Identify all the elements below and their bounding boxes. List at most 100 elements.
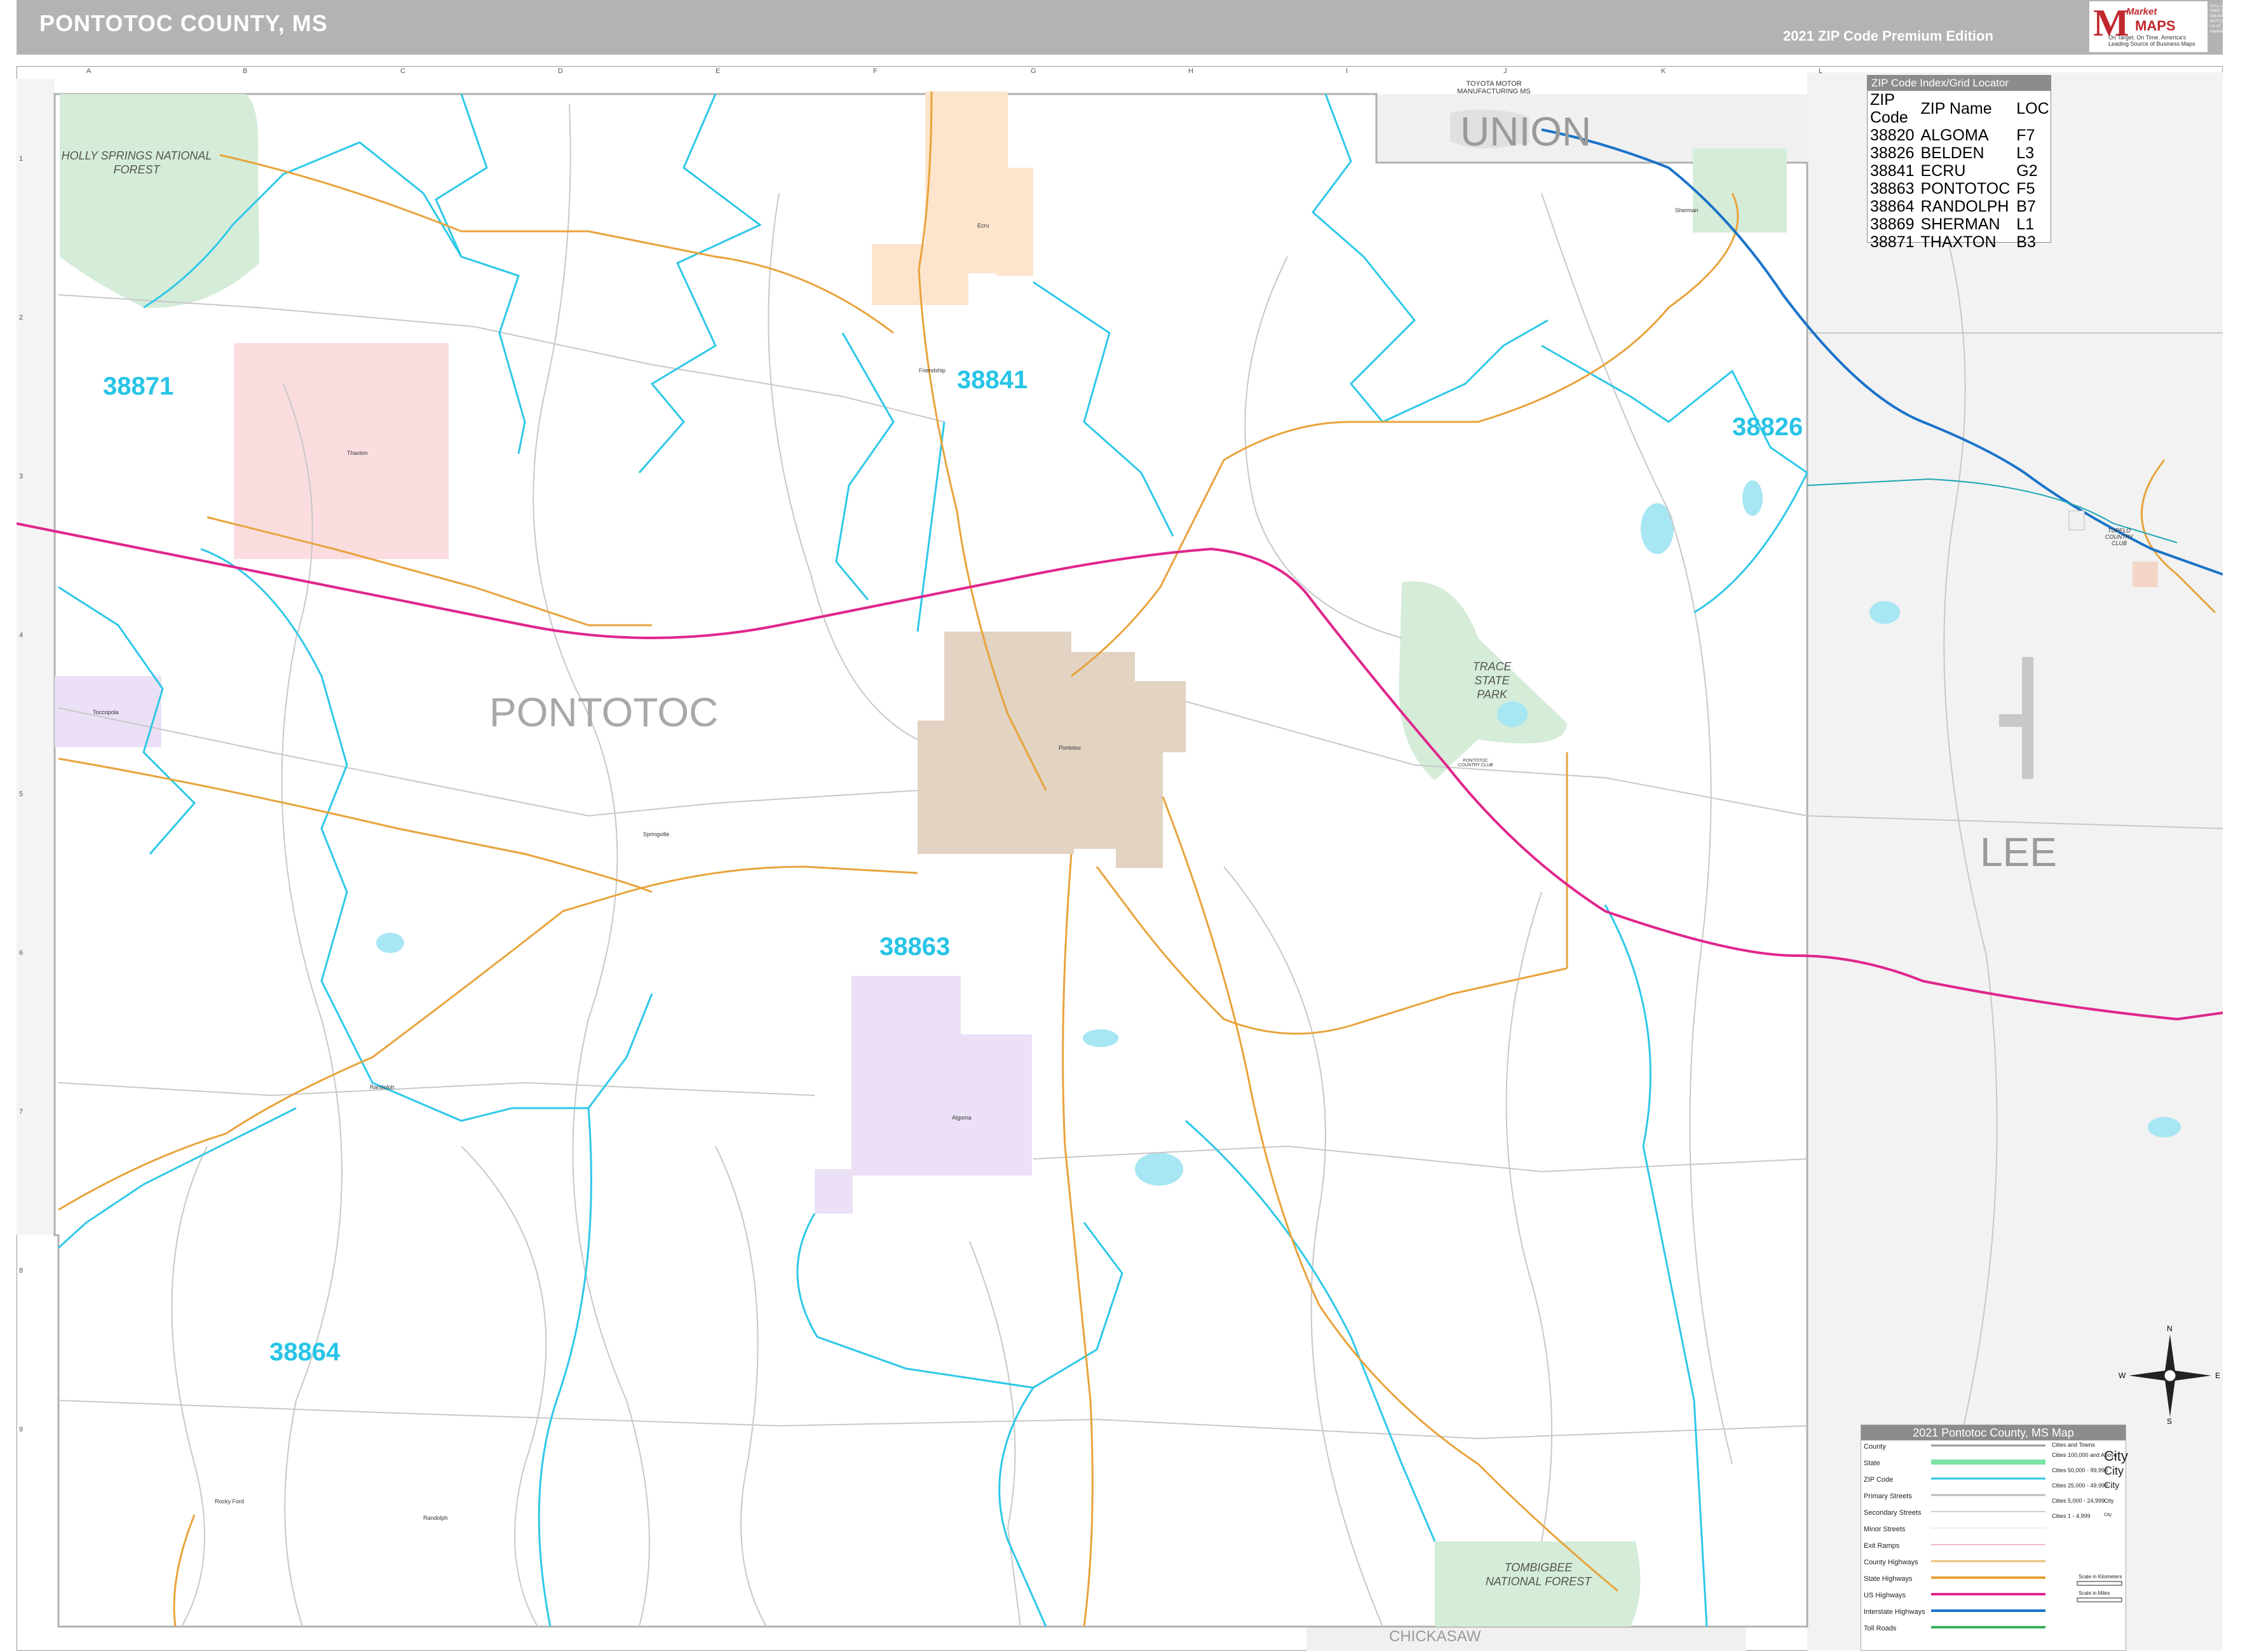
compass-icon [2129,1334,2211,1417]
tupelo-club-area [2133,562,2158,587]
loc-cell: L1 [2016,215,2035,233]
chickasaw-county-area [1306,1627,1746,1651]
grid-row-5: 5 [19,790,24,798]
lake [1083,1029,1118,1047]
loc-cell: B7 [2016,198,2036,215]
zip-label-38826: 38826 [1732,413,1803,441]
grid-row-7: 7 [19,1108,24,1116]
town-sherman: Sherman [1675,207,1699,213]
lake [1135,1153,1183,1186]
legend-city-4: Cities 5,000 - 24,999 [2052,1498,2105,1504]
legend-city-5: Cities 1 - 4,999 [2052,1513,2091,1519]
contact-info: CALL US TOLL FREE 1-800-334-MAPS (6277) … [2210,4,2245,34]
map-canvas[interactable]: A B C D E F G H I J K L 1 2 3 4 5 6 7 8 … [17,66,2223,1651]
loc-cell: F7 [2016,126,2035,144]
thaxton-zip-polygon [234,343,449,559]
loc-cell: B3 [2016,233,2036,251]
trace-state-park-label: TRACE STATE PARK [1472,660,1512,701]
grid-col-f: F [873,67,878,75]
zip-label-38871: 38871 [103,372,174,400]
zip-cell: 38864 [1870,198,1915,215]
name-cell: ALGOMA [1920,126,1989,144]
town-toccopola: Toccopola [93,709,119,715]
name-cell: THAXTON [1920,233,1997,251]
table-row: 38863 PONTOTOC F5 [1870,180,2056,198]
zip-cell: 38820 [1870,126,1915,144]
county-label-chickasaw: CHICKASAW [1389,1628,1481,1645]
table-row: 38864 RANDOLPH B7 [1870,198,2056,215]
zip-index-table: ZIP Code ZIP Name LOC 38820 ALGOMA F7 3882… [1870,91,2056,251]
name-cell: BELDEN [1920,144,1984,162]
town-friendship: Friendship [919,367,946,374]
grid-col-e: E [716,67,721,75]
grid-col-a: A [86,67,92,75]
legend-title: 2021 Pontotoc County, MS Map [1861,1425,2126,1440]
compass-n: N [2167,1324,2173,1333]
legend-city-2: Cities 50,000 - 99,999 [2052,1467,2108,1473]
grid-row-3: 3 [19,473,24,480]
compass-s: S [2167,1417,2173,1426]
title-bar: PONTOTOC COUNTY, MS 2021 ZIP Code Premiu… [17,0,2245,55]
toyota-label: TOYOTA MOTOR MANUFACTURING MS [1457,80,1531,95]
airport-apron [1999,714,2033,727]
legend-zip: ZIP Code [1864,1476,1894,1484]
grid-col-l: L [1819,67,1823,75]
table-row: 38871 THAXTON B3 [1870,233,2056,251]
table-row: 38869 SHERMAN L1 [1870,215,2056,233]
map-title: PONTOTOC COUNTY, MS [39,10,328,36]
grid-col-d: D [558,67,563,75]
grid-col-k: K [1661,67,1666,75]
west-county-area [17,79,55,1235]
legend-city-1-sample: City [2104,1448,2128,1464]
county-label-pontotoc: PONTOTOC [489,689,719,735]
legend-county: County [1864,1443,1886,1451]
compass-e: E [2215,1371,2221,1380]
tupelo-marker [2068,510,2085,531]
table-row: 38820 ALGOMA F7 [1870,126,2056,144]
table-row: 38841 ECRU G2 [1870,162,2056,180]
holly-springs-forest-label: HOLLY SPRINGS NATIONAL FOREST [61,149,212,176]
grid-row-4: 4 [19,632,24,639]
legend-cities-title: Cities and Towns [2052,1442,2095,1448]
county-label-union: UNION [1460,109,1592,154]
town-ecru: Ecru [977,222,989,229]
town-thaxton: Thaxton [347,450,368,456]
grid-row-6: 6 [19,949,24,957]
legend-toll: Toll Roads [1864,1625,1897,1632]
legend-us-hwy: US Highways [1864,1592,1906,1599]
market-maps-logo: M Market MAPS On Target. On Time. Americ… [2089,1,2208,52]
grid-col-b: B [243,67,248,75]
compass-w: W [2119,1371,2126,1380]
zip-cell: 38826 [1870,144,1915,162]
loc-cell: G2 [2016,162,2038,180]
name-cell: SHERMAN [1920,215,2000,233]
zip-cell: 38869 [1870,215,1915,233]
name-cell: PONTOTOC [1920,180,2011,198]
zip-cell: 38871 [1870,233,1915,251]
zip-label-38864: 38864 [269,1338,341,1366]
legend-city-3-sample: City [2104,1480,2120,1490]
legend-city-3: Cities 25,000 - 49,999 [2052,1482,2108,1489]
name-cell: RANDOLPH [1920,198,2009,215]
grid-row-2: 2 [19,314,24,322]
grid-col-i: I [1346,67,1348,75]
logo-tagline: On Target. On Time. America's Leading So… [2108,34,2195,47]
zip-index-col-zip: ZIP Code [1870,91,1908,126]
legend-scale-km: Scale in Kilometers [2079,1574,2122,1580]
legend-state-hwy: State Highways [1864,1575,1913,1583]
zip-label-38863: 38863 [879,933,951,961]
grid-row-1: 1 [19,155,24,163]
edition-label: 2021 ZIP Code Premium Edition [1783,28,1993,44]
tupelo-country-club-label: TUPELO COUNTRY CLUB [2105,527,2134,546]
logo-brand-text: Market [2126,6,2157,17]
grid-col-h: H [1188,67,1193,75]
zip-label-38841: 38841 [957,366,1028,394]
legend-minor: Minor Streets [1864,1526,1906,1533]
lake [1869,601,1900,624]
zip-cell: 38863 [1870,180,1915,198]
legend-city-4-sample: City [2104,1498,2114,1504]
grid-row-8: 8 [19,1267,24,1275]
table-row: 38826 BELDEN L3 [1870,144,2056,162]
pontotoc-country-club-label: PONTOTOC COUNTRY CLUB [1458,759,1493,768]
tombigbee-forest-label: TOMBIGBEE NATIONAL FOREST [1485,1561,1592,1588]
